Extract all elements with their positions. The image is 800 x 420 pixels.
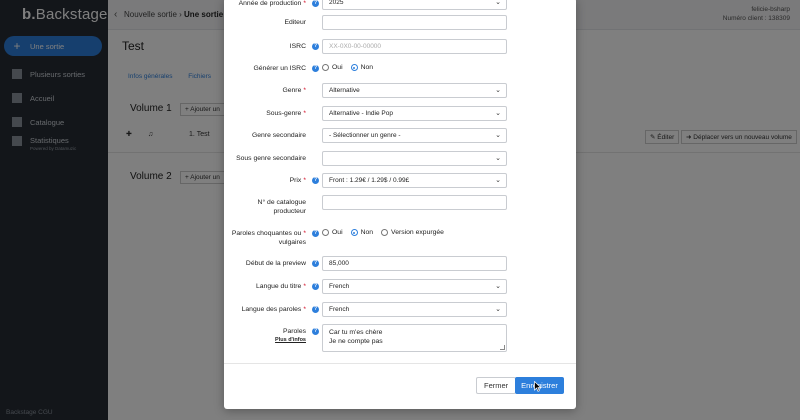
radio-version-expurgee[interactable]: Version expurgée [381, 229, 444, 236]
radio-circle [381, 229, 389, 236]
debut-preview-label: Début de la preview [245, 260, 306, 267]
sous-genre-label: Sous-genre * [266, 110, 306, 117]
sous-genre-secondaire-label: Sous genre secondaire [236, 155, 306, 162]
radio-circle-selected [350, 229, 358, 236]
help-icon[interactable]: ? [312, 43, 319, 50]
chevron-down-icon: ⌄ [495, 87, 501, 94]
paroles-value: Car tu m'es chère Je ne compte pas [329, 329, 383, 345]
chevron-down-icon: ⌄ [495, 177, 501, 184]
radio-circle [322, 64, 329, 71]
chevron-down-icon: ⌄ [495, 283, 501, 290]
radio-circle [322, 229, 329, 236]
paroles-choquantes-label: Paroles choquantes ou * vulgaires [231, 230, 306, 246]
debut-preview-input[interactable] [322, 256, 507, 271]
help-icon[interactable]: ? [312, 65, 319, 72]
langue-titre-select[interactable]: French ⌄ [322, 279, 507, 294]
langue-titre-value: French [329, 283, 350, 290]
help-icon[interactable]: ? [312, 283, 319, 290]
mouse-cursor-icon [534, 381, 542, 392]
annee-value: 2025 [329, 0, 344, 6]
help-icon[interactable]: ? [312, 0, 319, 7]
track-edit-modal: Année de production * ? 2025 ⌄ Editeur ISR… [224, 0, 576, 409]
genre-label: Genre * [282, 87, 306, 94]
langue-paroles-label: Langue des paroles * [241, 306, 306, 313]
sous-genre-select[interactable]: Alternative - Indie Pop ⌄ [322, 106, 507, 121]
radio-non[interactable]: Non [350, 64, 374, 71]
isrc-input[interactable] [322, 39, 507, 54]
radio-oui[interactable]: Oui [322, 229, 343, 236]
generer-isrc-radios: Oui Non [322, 64, 381, 71]
radio-label: Version expurgée [391, 229, 444, 236]
radio-label: Oui [332, 64, 343, 71]
modal-body: Année de production * ? 2025 ⌄ Editeur ISR… [224, 0, 576, 363]
genre-secondaire-select[interactable]: - Sélectionner un genre - ⌄ [322, 128, 507, 143]
plus-infos-link[interactable]: Plus d'infos [224, 336, 306, 345]
chevron-down-icon: ⌄ [495, 0, 501, 6]
modal-footer: Fermer Enregistrer [224, 363, 576, 409]
isrc-label: ISRC [289, 43, 306, 50]
chevron-down-icon: ⌄ [495, 155, 501, 162]
radio-label: Oui [332, 229, 343, 236]
genre-select[interactable]: Alternative ⌄ [322, 83, 507, 98]
prix-label: Prix * [289, 177, 306, 184]
help-icon[interactable]: ? [312, 177, 319, 184]
radio-oui[interactable]: Oui [322, 64, 343, 71]
close-button[interactable]: Fermer [476, 377, 517, 394]
sous-genre-value: Alternative - Indie Pop [329, 110, 393, 117]
radio-circle-selected [350, 64, 358, 71]
chevron-down-icon: ⌄ [495, 306, 501, 313]
radio-non[interactable]: Non [350, 229, 374, 236]
prix-value: Front : 1.29€ / 1.29$ / 0.99£ [329, 177, 410, 184]
chevron-down-icon: ⌄ [495, 132, 501, 139]
resize-handle[interactable] [500, 345, 505, 350]
catalogue-input[interactable] [322, 195, 507, 210]
genre-value: Alternative [329, 87, 360, 94]
prix-select[interactable]: Front : 1.29€ / 1.29$ / 0.99£ ⌄ [322, 173, 507, 188]
langue-paroles-select[interactable]: French ⌄ [322, 302, 507, 317]
sous-genre-secondaire-select[interactable]: ⌄ [322, 151, 507, 166]
chevron-down-icon: ⌄ [495, 110, 501, 117]
paroles-label: Paroles Plus d'infos [224, 327, 306, 345]
langue-titre-label: Langue du titre * [255, 283, 306, 290]
generer-isrc-label: Générer un ISRC [253, 65, 306, 72]
help-icon[interactable]: ? [312, 306, 319, 313]
genre-secondaire-label: Genre secondaire [251, 132, 306, 139]
help-icon[interactable]: ? [312, 328, 319, 335]
help-icon[interactable]: ? [312, 260, 319, 267]
genre-secondaire-value: - Sélectionner un genre - [329, 132, 401, 139]
help-icon[interactable]: ? [312, 230, 319, 237]
editeur-label: Editeur [284, 19, 306, 26]
catalogue-label: N° de catalogue producteur [257, 199, 306, 215]
radio-label: Non [360, 64, 374, 71]
radio-label: Non [360, 229, 374, 236]
annee-label: Année de production * [238, 0, 306, 7]
annee-select[interactable]: 2025 ⌄ [322, 0, 507, 10]
paroles-choquantes-radios: Oui Non Version expurgée [322, 229, 452, 236]
editeur-input[interactable] [322, 15, 507, 30]
paroles-textarea[interactable]: Car tu m'es chère Je ne compte pas [322, 324, 507, 352]
langue-paroles-value: French [329, 306, 350, 313]
